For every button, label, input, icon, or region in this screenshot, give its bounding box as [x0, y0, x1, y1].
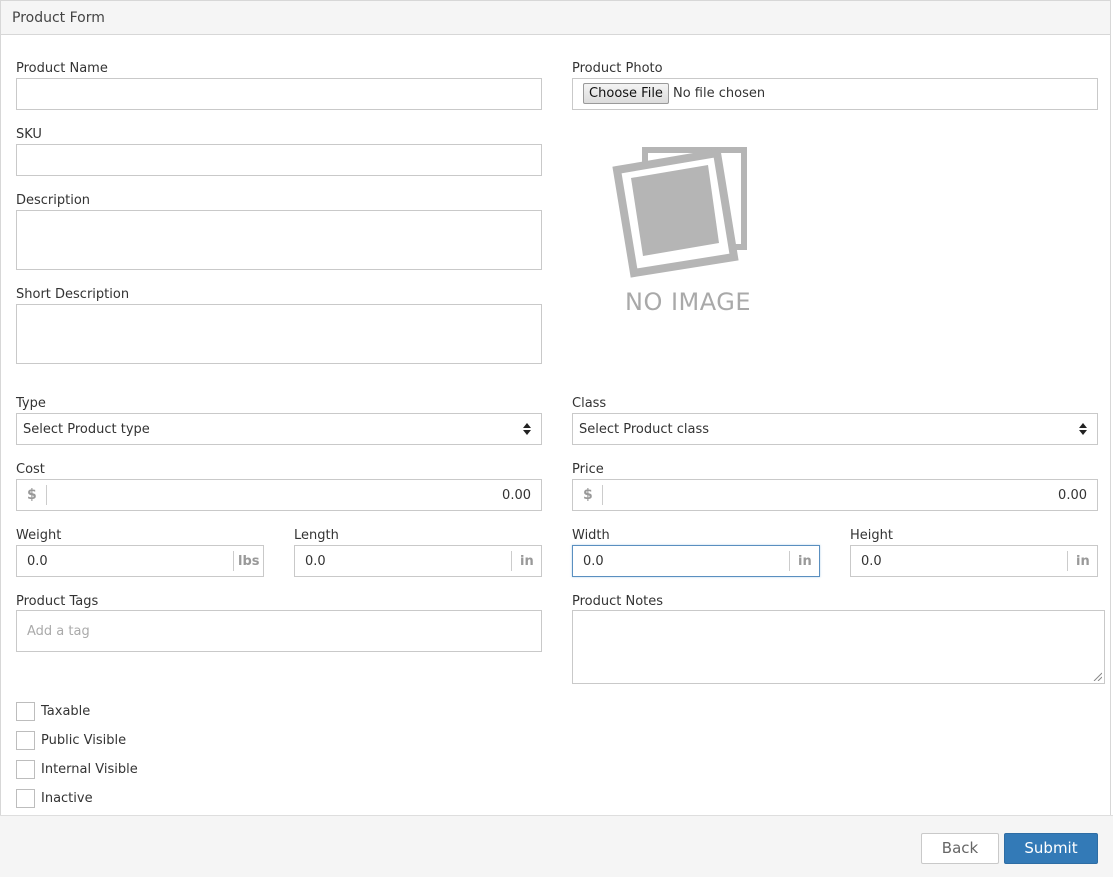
product-notes-textarea[interactable]	[572, 610, 1105, 684]
length-label: Length	[294, 528, 339, 543]
weight-label: Weight	[16, 528, 62, 543]
internal-visible-checkbox[interactable]	[16, 760, 35, 779]
class-select[interactable]: Select Product class	[572, 413, 1098, 445]
type-select[interactable]: Select Product type	[16, 413, 542, 445]
file-status: No file chosen	[673, 86, 766, 101]
photo-placeholder-icon	[612, 147, 747, 278]
length-addon-divider	[511, 551, 512, 571]
inactive-label: Inactive	[41, 791, 93, 806]
price-currency-prefix: $	[583, 487, 593, 503]
weight-value: 0.0	[27, 554, 48, 569]
taxable-checkbox[interactable]	[16, 702, 35, 721]
height-value: 0.0	[861, 554, 882, 569]
length-unit: in	[520, 554, 534, 569]
resize-grip-icon[interactable]	[1093, 672, 1102, 681]
length-input[interactable]: 0.0 in	[294, 545, 542, 577]
description-textarea[interactable]	[16, 210, 542, 270]
class-selected-value: Select Product class	[579, 422, 709, 437]
price-label: Price	[572, 462, 604, 477]
class-label: Class	[572, 396, 607, 411]
no-image-text: NO IMAGE	[625, 288, 752, 316]
width-unit: in	[798, 554, 812, 569]
price-value: 0.00	[1058, 488, 1087, 503]
weight-addon-divider	[233, 551, 234, 571]
price-addon-divider	[602, 485, 603, 505]
sort-arrows-icon	[523, 423, 531, 435]
height-input[interactable]: 0.0 in	[850, 545, 1098, 577]
product-photo-file-input[interactable]: Choose File No file chosen	[572, 78, 1098, 110]
width-addon-divider	[789, 551, 790, 571]
submit-button[interactable]: Submit	[1004, 833, 1098, 864]
product-name-input[interactable]	[16, 78, 542, 110]
width-input[interactable]: 0.0 in	[572, 545, 820, 577]
product-notes-label: Product Notes	[572, 594, 664, 609]
product-tags-placeholder: Add a tag	[27, 624, 90, 639]
panel-title: Product Form	[12, 10, 105, 26]
weight-unit: lbs	[238, 554, 260, 569]
price-input[interactable]: $ 0.00	[572, 479, 1098, 511]
product-photo-label: Product Photo	[572, 61, 663, 76]
inactive-checkbox[interactable]	[16, 789, 35, 808]
internal-visible-label: Internal Visible	[41, 762, 138, 777]
panel-heading: Product Form	[1, 1, 1110, 35]
short-description-label: Short Description	[16, 287, 130, 302]
short-description-textarea[interactable]	[16, 304, 542, 364]
cost-label: Cost	[16, 462, 45, 477]
sku-input[interactable]	[16, 144, 542, 176]
back-button[interactable]: Back	[921, 833, 999, 864]
cost-input[interactable]: $ 0.00	[16, 479, 542, 511]
product-tags-label: Product Tags	[16, 594, 99, 609]
type-selected-value: Select Product type	[23, 422, 150, 437]
height-unit: in	[1076, 554, 1090, 569]
public-visible-checkbox[interactable]	[16, 731, 35, 750]
cost-addon-divider	[46, 485, 47, 505]
taxable-label: Taxable	[41, 704, 91, 719]
product-tags-input[interactable]: Add a tag	[16, 610, 542, 652]
height-label: Height	[850, 528, 893, 543]
type-label: Type	[16, 396, 46, 411]
sku-label: SKU	[16, 127, 42, 142]
width-value: 0.0	[583, 554, 604, 569]
sort-arrows-icon	[1079, 423, 1087, 435]
choose-file-button[interactable]: Choose File	[583, 83, 669, 104]
length-value: 0.0	[305, 554, 326, 569]
weight-input[interactable]: 0.0 lbs	[16, 545, 264, 577]
cost-currency-prefix: $	[27, 487, 37, 503]
description-label: Description	[16, 193, 91, 208]
cost-value: 0.00	[502, 488, 531, 503]
public-visible-label: Public Visible	[41, 733, 127, 748]
height-addon-divider	[1067, 551, 1068, 571]
width-label: Width	[572, 528, 610, 543]
product-name-label: Product Name	[16, 61, 108, 76]
